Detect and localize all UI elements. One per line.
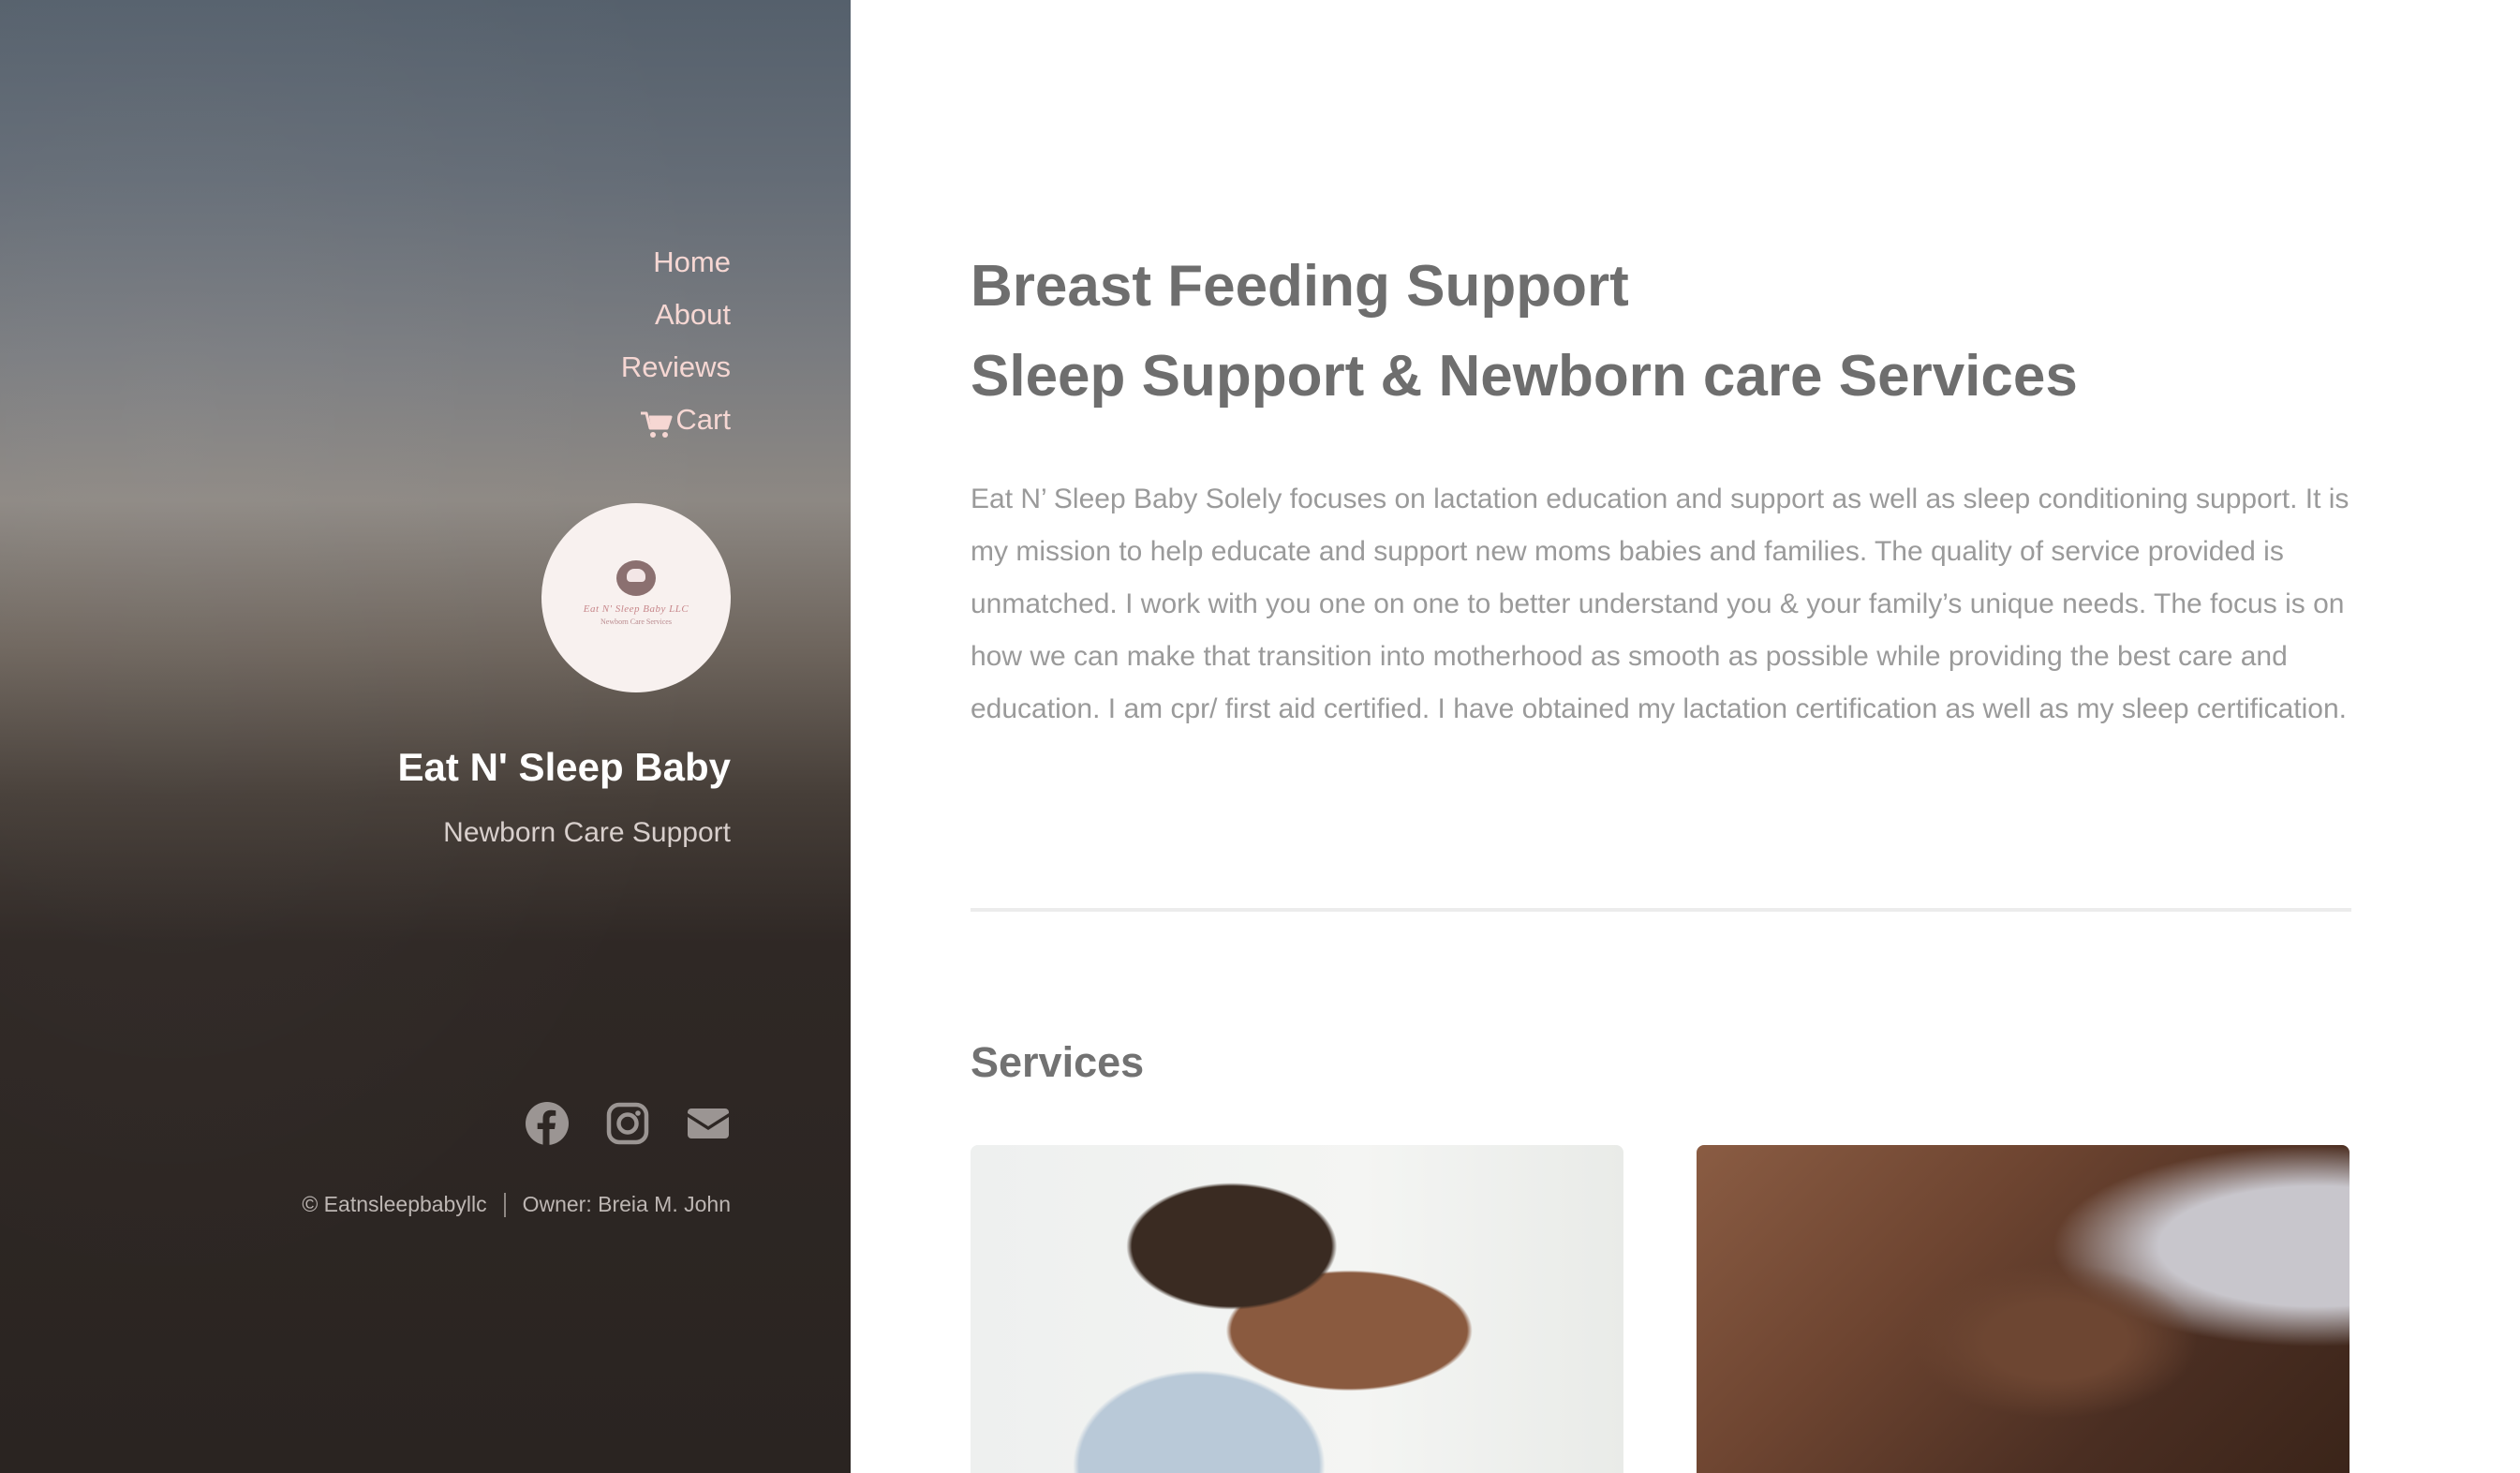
services-heading: Services bbox=[971, 1038, 1145, 1086]
copyright-text: © Eatnsleepbabyllc bbox=[302, 1192, 487, 1216]
cart-label: Cart bbox=[675, 403, 731, 436]
nav-item-cart: Cart bbox=[621, 394, 731, 446]
logo-text-company: Eat N' Sleep Baby LLC bbox=[583, 603, 689, 615]
page-headline: Breast Feeding Support Sleep Support & N… bbox=[971, 242, 2078, 422]
headline-line-2: Sleep Support & Newborn care Services bbox=[971, 344, 2078, 409]
section-divider bbox=[971, 908, 2351, 912]
site-subtitle: Newborn Care Support bbox=[443, 817, 731, 848]
main-content: Breast Feeding Support Sleep Support & N… bbox=[851, 0, 2520, 1473]
nav-link-reviews[interactable]: Reviews bbox=[621, 341, 731, 394]
nav-link-about[interactable]: About bbox=[655, 289, 731, 341]
sidebar-footer: © Eatnsleepbabyllc Owner: Breia M. John bbox=[302, 1192, 731, 1217]
facebook-icon[interactable] bbox=[525, 1101, 570, 1146]
baby-icon bbox=[616, 560, 656, 596]
intro-paragraph: Eat N’ Sleep Baby Solely focuses on lact… bbox=[971, 484, 2350, 724]
nav-item-reviews: Reviews bbox=[621, 341, 731, 394]
social-links bbox=[525, 1101, 731, 1146]
owner-text: Owner: Breia M. John bbox=[522, 1192, 731, 1216]
nav-item-home: Home bbox=[621, 236, 731, 289]
sidebar-inner: Home About Reviews Cart Eat N' Sleep Bab… bbox=[75, 0, 731, 1473]
service-card-sleep-image[interactable] bbox=[1697, 1145, 2350, 1473]
headline-line-1: Breast Feeding Support bbox=[971, 254, 1629, 319]
footer-divider bbox=[503, 1192, 506, 1217]
nav-item-about: About bbox=[621, 289, 731, 341]
nav-link-home[interactable]: Home bbox=[653, 236, 731, 289]
email-icon[interactable] bbox=[686, 1101, 731, 1146]
service-card-breastfeeding-image[interactable] bbox=[971, 1145, 1623, 1473]
cart-icon bbox=[640, 405, 674, 438]
main-nav: Home About Reviews Cart bbox=[621, 236, 731, 446]
sidebar: Home About Reviews Cart Eat N' Sleep Bab… bbox=[0, 0, 851, 1473]
site-title: Eat N' Sleep Baby bbox=[397, 745, 731, 789]
nav-link-cart[interactable]: Cart bbox=[640, 394, 731, 446]
site-logo[interactable]: Eat N' Sleep Baby LLC Newborn Care Servi… bbox=[541, 503, 731, 692]
logo-text-tagline: Newborn Care Services bbox=[600, 617, 672, 626]
instagram-icon[interactable] bbox=[605, 1101, 650, 1146]
